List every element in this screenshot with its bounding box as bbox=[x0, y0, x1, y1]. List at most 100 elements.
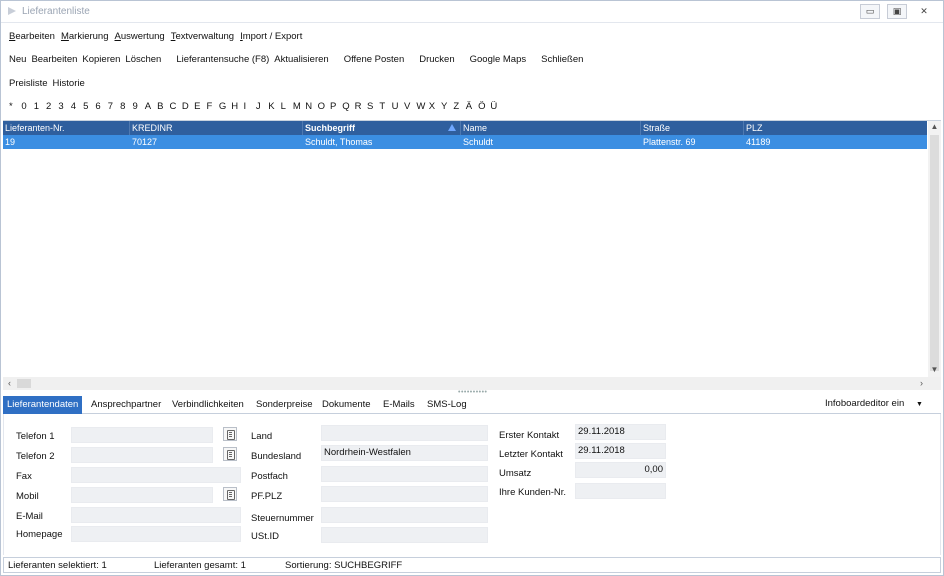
alphabet-filter-letter[interactable]: 0 bbox=[21, 101, 33, 112]
column-header-suchbegriff[interactable]: Suchbegriff bbox=[303, 121, 461, 135]
menu-textverwaltung[interactable]: Textverwaltung bbox=[171, 31, 234, 45]
google-maps-button[interactable]: Google Maps bbox=[470, 54, 527, 68]
scroll-right-icon[interactable]: › bbox=[915, 377, 928, 390]
menu-auswertung[interactable]: Auswertung bbox=[115, 31, 165, 45]
refresh-button[interactable]: Aktualisieren bbox=[274, 54, 328, 68]
tab-dokumente[interactable]: Dokumente bbox=[318, 396, 375, 414]
maximize-button[interactable]: ▣ bbox=[887, 4, 907, 19]
alphabet-filter-letter[interactable]: V bbox=[404, 101, 416, 112]
alphabet-filter-letter[interactable]: 9 bbox=[132, 101, 144, 112]
alphabet-filter-letter[interactable]: L bbox=[281, 101, 293, 112]
tab-emails[interactable]: E-Mails bbox=[379, 396, 419, 414]
ihre-kunden-nr-field[interactable] bbox=[575, 483, 666, 499]
ust-id-field[interactable] bbox=[321, 527, 488, 543]
open-items-button[interactable]: Offene Posten bbox=[344, 54, 405, 68]
land-field[interactable] bbox=[321, 425, 488, 441]
alphabet-filter-letter[interactable]: S bbox=[367, 101, 379, 112]
alphabet-filter-letter[interactable]: B bbox=[157, 101, 169, 112]
delete-button[interactable]: Löschen bbox=[125, 54, 161, 68]
pf-plz-field[interactable] bbox=[321, 486, 488, 502]
menu-bearbeiten[interactable]: Bearbeiten bbox=[9, 31, 55, 45]
alphabet-filter-letter[interactable]: P bbox=[330, 101, 342, 112]
alphabet-filter-letter[interactable]: F bbox=[207, 101, 219, 112]
new-button[interactable]: Neu bbox=[9, 54, 26, 68]
close-window-button[interactable]: Schließen bbox=[541, 54, 583, 68]
close-button[interactable]: ✕ bbox=[914, 4, 934, 19]
alphabet-filter-letter[interactable]: E bbox=[194, 101, 206, 112]
umsatz-field[interactable]: 0,00 bbox=[575, 462, 666, 478]
phone-book-icon[interactable] bbox=[223, 447, 237, 461]
fax-field[interactable] bbox=[71, 467, 241, 483]
alphabet-filter-letter[interactable]: 3 bbox=[58, 101, 70, 112]
table-row[interactable]: 19 70127 Schuldt, Thomas Schuldt Platten… bbox=[3, 135, 927, 149]
tab-ansprechpartner[interactable]: Ansprechpartner bbox=[87, 396, 165, 414]
phone-book-icon[interactable] bbox=[223, 487, 237, 501]
phone-book-icon[interactable] bbox=[223, 427, 237, 441]
bundesland-field[interactable]: Nordrhein-Westfalen bbox=[321, 445, 488, 461]
steuernummer-field[interactable] bbox=[321, 507, 488, 523]
alphabet-filter-letter[interactable]: M bbox=[293, 101, 305, 112]
letzter-kontakt-field[interactable]: 29.11.2018 bbox=[575, 443, 666, 459]
edit-button[interactable]: Bearbeiten bbox=[31, 54, 77, 68]
alphabet-filter-letter[interactable]: I bbox=[244, 101, 256, 112]
scroll-left-icon[interactable]: ‹ bbox=[3, 377, 16, 390]
copy-button[interactable]: Kopieren bbox=[82, 54, 120, 68]
column-header-kredinr[interactable]: KREDINR bbox=[130, 121, 303, 135]
column-header-street[interactable]: Straße bbox=[641, 121, 744, 135]
alphabet-filter-letter[interactable]: O bbox=[318, 101, 330, 112]
alphabet-filter-letter[interactable]: Z bbox=[453, 101, 465, 112]
minimize-button[interactable]: ▭ bbox=[860, 4, 880, 19]
horizontal-scroll-thumb[interactable] bbox=[17, 379, 31, 388]
alphabet-filter-letter[interactable]: K bbox=[268, 101, 280, 112]
history-button[interactable]: Historie bbox=[53, 78, 85, 89]
alphabet-filter-letter[interactable]: R bbox=[355, 101, 367, 112]
alphabet-filter-letter[interactable]: 4 bbox=[71, 101, 83, 112]
scroll-down-icon[interactable]: ▼ bbox=[928, 364, 941, 376]
print-button[interactable]: Drucken bbox=[419, 54, 454, 68]
alphabet-filter-letter[interactable]: A bbox=[145, 101, 157, 112]
alphabet-filter-letter[interactable]: * bbox=[9, 101, 21, 112]
alphabet-filter-letter[interactable]: Y bbox=[441, 101, 453, 112]
alphabet-filter-letter[interactable]: Ü bbox=[490, 101, 502, 112]
email-field[interactable] bbox=[71, 507, 241, 523]
alphabet-filter-letter[interactable]: 8 bbox=[120, 101, 132, 112]
tab-lieferantendaten[interactable]: Lieferantendaten bbox=[3, 396, 83, 414]
telefon-1-field[interactable] bbox=[71, 427, 213, 443]
alphabet-filter-letter[interactable]: D bbox=[182, 101, 194, 112]
column-header-name[interactable]: Name bbox=[461, 121, 641, 135]
vertical-scroll-thumb[interactable] bbox=[930, 135, 939, 371]
column-header-plz[interactable]: PLZ bbox=[744, 121, 927, 135]
scroll-up-icon[interactable]: ▲ bbox=[928, 121, 941, 133]
column-header-supplier-nr[interactable]: Lieferanten-Nr. bbox=[3, 121, 130, 135]
price-list-button[interactable]: Preisliste bbox=[9, 78, 48, 89]
supplier-search-button[interactable]: Lieferantensuche (F8) bbox=[176, 54, 269, 68]
alphabet-filter-letter[interactable]: 5 bbox=[83, 101, 95, 112]
telefon-2-field[interactable] bbox=[71, 447, 213, 463]
alphabet-filter-letter[interactable]: 6 bbox=[95, 101, 107, 112]
alphabet-filter-letter[interactable]: H bbox=[231, 101, 243, 112]
tab-verbindlichkeiten[interactable]: Verbindlichkeiten bbox=[168, 396, 248, 414]
alphabet-filter-letter[interactable]: 1 bbox=[34, 101, 46, 112]
tab-sonderpreise[interactable]: Sonderpreise bbox=[252, 396, 317, 414]
mobil-field[interactable] bbox=[71, 487, 213, 503]
alphabet-filter-letter[interactable]: X bbox=[429, 101, 441, 112]
vertical-scrollbar[interactable]: ▲ ▼ bbox=[928, 121, 941, 377]
alphabet-filter-letter[interactable]: T bbox=[379, 101, 391, 112]
alphabet-filter-letter[interactable]: C bbox=[169, 101, 181, 112]
tab-sms-log[interactable]: SMS-Log bbox=[423, 396, 471, 414]
alphabet-filter-letter[interactable]: Ä bbox=[466, 101, 478, 112]
alphabet-filter-letter[interactable]: U bbox=[392, 101, 404, 112]
alphabet-filter-letter[interactable]: J bbox=[256, 101, 268, 112]
alphabet-filter-letter[interactable]: N bbox=[305, 101, 317, 112]
postfach-field[interactable] bbox=[321, 466, 488, 482]
alphabet-filter-letter[interactable]: G bbox=[219, 101, 231, 112]
alphabet-filter-letter[interactable]: Q bbox=[342, 101, 354, 112]
erster-kontakt-field[interactable]: 29.11.2018 bbox=[575, 424, 666, 440]
infoboard-editor-dropdown[interactable]: Infoboardeditor ein ▼ bbox=[825, 398, 923, 409]
menu-markierung[interactable]: Markierung bbox=[61, 31, 109, 45]
alphabet-filter-letter[interactable]: 7 bbox=[108, 101, 120, 112]
alphabet-filter-letter[interactable]: Ö bbox=[478, 101, 490, 112]
alphabet-filter-letter[interactable]: 2 bbox=[46, 101, 58, 112]
alphabet-filter-letter[interactable]: W bbox=[416, 101, 428, 112]
homepage-field[interactable] bbox=[71, 526, 241, 542]
